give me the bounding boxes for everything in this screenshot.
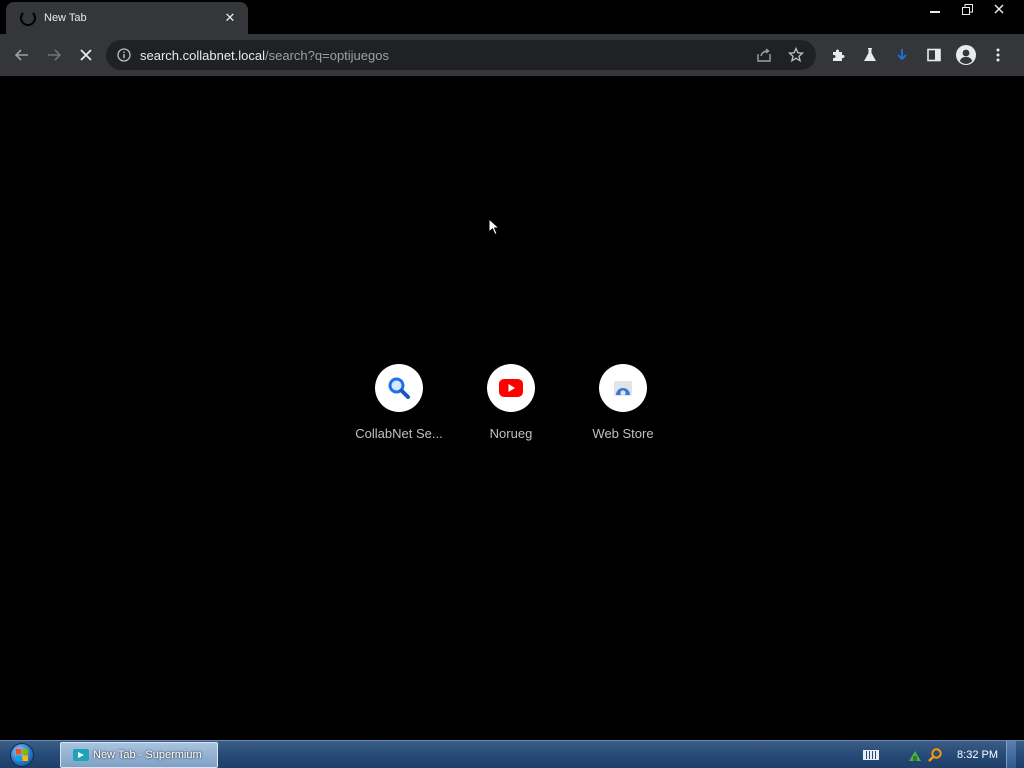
shortcut-label: Norueg [489,426,533,441]
omnibox-actions [750,41,810,69]
web-store-icon [599,364,647,412]
system-tray: 8:32 PM [863,740,1024,768]
url-host: search.collabnet.local [140,47,266,63]
supermium-app-icon [73,748,89,761]
taskbar-item-label: New Tab - Supermium [93,748,202,761]
tab-close-button[interactable]: ✕ [222,10,238,26]
minimize-button[interactable] [920,0,950,18]
forward-arrow-icon [48,49,62,61]
shortcut-tiles: CollabNet Se... Norueg Web Store [343,364,679,441]
back-button[interactable] [6,39,38,71]
window-controls [920,0,1014,18]
avatar-icon [956,45,976,65]
shortcut-label: CollabNet Se... [355,426,443,441]
bookmark-star-button[interactable] [782,41,810,69]
share-icon [757,48,771,62]
loading-spinner-icon [20,10,36,26]
youtube-icon [487,364,535,412]
download-arrow-icon [897,49,907,61]
taskbar-item-supermium[interactable]: New Tab - Supermium [60,741,218,768]
browser-toolbar: search.collabnet.local/search?q=optijueg… [0,34,1024,76]
side-panel-icon [927,48,941,62]
stop-icon [80,49,92,61]
back-arrow-icon [14,49,28,61]
menu-button[interactable] [982,39,1014,71]
close-window-button[interactable] [984,0,1014,18]
clock[interactable]: 8:32 PM [957,749,998,761]
shortcut-web-store[interactable]: Web Store [567,364,679,441]
new-tab-page: CollabNet Se... Norueg Web Store [0,76,1024,740]
tab-strip: New Tab ✕ [0,0,1024,34]
restore-button[interactable] [952,0,982,18]
screen: New Tab ✕ search.collabnet.local/search?… [0,0,1024,768]
puzzle-icon [833,49,845,61]
star-icon [788,47,804,63]
extensions-button[interactable] [822,39,854,71]
toolbar-right [822,39,1014,71]
shortcut-collabnet-search[interactable]: CollabNet Se... [343,364,455,441]
downloads-button[interactable] [886,39,918,71]
shortcut-norueg[interactable]: Norueg [455,364,567,441]
forward-button[interactable] [38,39,70,71]
kebab-menu-icon [996,48,1000,62]
search-tray-icon[interactable] [927,747,943,763]
stop-loading-button[interactable] [70,39,102,71]
network-icon[interactable] [907,747,923,763]
taskbar: New Tab - Supermium 8:32 PM [0,740,1024,768]
windows-logo-icon [10,742,34,767]
address-bar[interactable]: search.collabnet.local/search?q=optijueg… [106,40,816,70]
shortcut-label: Web Store [592,426,654,441]
mouse-cursor-icon [488,218,500,236]
start-button[interactable] [0,741,44,768]
url-path: /search?q=optijuegos [265,47,389,63]
flask-icon [864,48,876,61]
side-panel-button[interactable] [918,39,950,71]
tab-title: New Tab [44,12,87,24]
share-button[interactable] [750,41,778,69]
search-icon [375,364,423,412]
labs-button[interactable] [854,39,886,71]
site-info-icon[interactable] [116,47,132,63]
profile-button[interactable] [950,39,982,71]
tab-new-tab[interactable]: New Tab ✕ [6,2,248,34]
keyboard-icon[interactable] [863,749,880,760]
url-text[interactable]: search.collabnet.local/search?q=optijueg… [140,48,750,63]
show-desktop-button[interactable] [1006,740,1016,768]
